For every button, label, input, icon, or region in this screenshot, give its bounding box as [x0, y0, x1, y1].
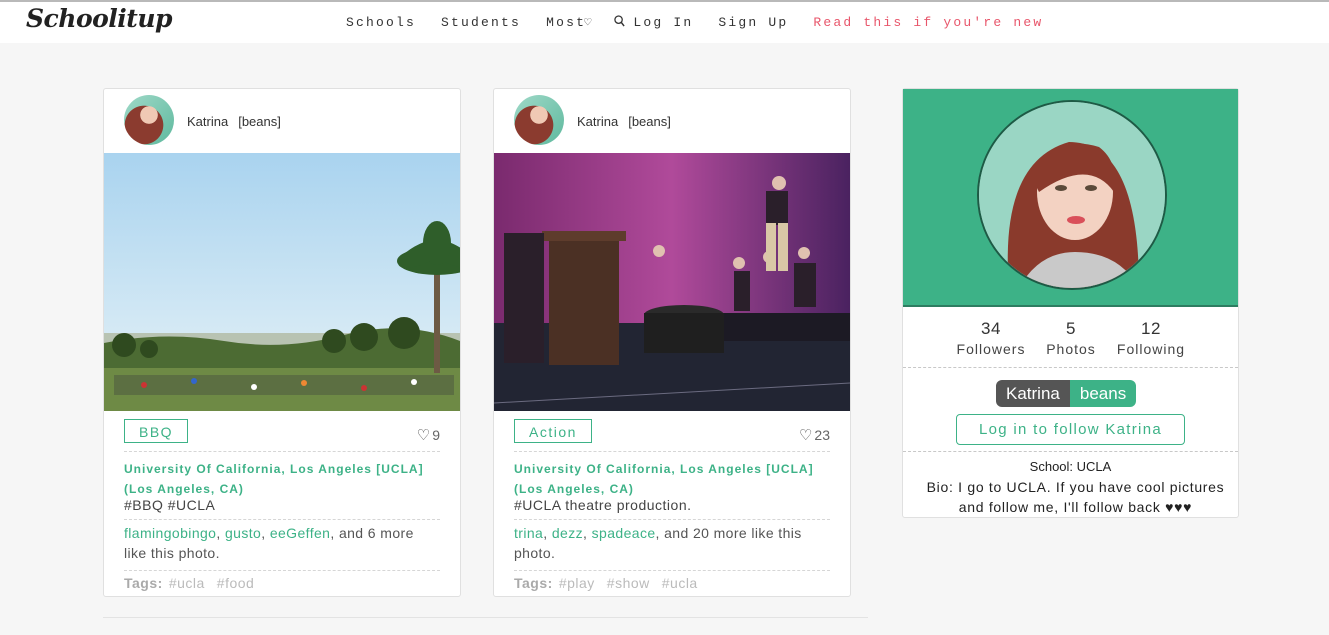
avatar[interactable]: [124, 95, 174, 145]
likers-text: flamingobingo, gusto, eeGeffen, and 6 mo…: [124, 525, 414, 561]
nav-schools[interactable]: Schools: [346, 15, 416, 30]
tag-link[interactable]: #show: [607, 575, 650, 591]
post-author[interactable]: Katrina [beans]: [577, 114, 671, 129]
avatar[interactable]: [514, 95, 564, 145]
school-link[interactable]: University Of California, Los Angeles [U…: [124, 459, 440, 499]
tags-row: Tags: #ucla #food: [124, 575, 255, 591]
main-nav: Schools Students Most♡ Log In Sign Up Rea…: [346, 15, 1058, 30]
like-count[interactable]: ♡ 23: [799, 426, 830, 444]
tag-link[interactable]: #play: [559, 575, 595, 591]
nav-students[interactable]: Students: [441, 15, 521, 30]
heart-icon: ♡: [416, 427, 431, 444]
divider: [903, 451, 1238, 452]
liker-link[interactable]: spadeace: [592, 525, 656, 541]
profile-name-badge: Katrina beans: [996, 380, 1137, 407]
followers-stat[interactable]: 34 Followers: [953, 319, 1029, 357]
school-link[interactable]: University Of California, Los Angeles [U…: [514, 459, 830, 499]
tags-row: Tags: #play #show #ucla: [514, 575, 698, 591]
divider: [514, 570, 830, 571]
liker-link[interactable]: dezz: [552, 525, 583, 541]
profile-photo[interactable]: [977, 100, 1167, 290]
post-photo[interactable]: [104, 153, 460, 411]
following-stat[interactable]: 12 Following: [1113, 319, 1189, 357]
divider: [103, 617, 868, 618]
profile-school: School: UCLA: [1029, 459, 1112, 474]
post-photo[interactable]: [494, 153, 850, 411]
heart-icon: ♡: [584, 16, 592, 30]
heart-icon: ♡: [798, 427, 813, 444]
post-author[interactable]: Katrina [beans]: [187, 114, 281, 129]
liker-link[interactable]: eeGeffen: [270, 525, 331, 541]
tag-link[interactable]: #ucla: [169, 575, 205, 591]
nav-most-liked[interactable]: Most♡: [546, 15, 599, 30]
divider: [514, 451, 830, 452]
tag-link[interactable]: #ucla: [662, 575, 698, 591]
category-tag[interactable]: Action: [514, 419, 592, 443]
site-logo[interactable]: Schoolitup: [26, 4, 173, 33]
likers-text: trina, dezz, spadeace, and 20 more like …: [514, 525, 802, 561]
follow-button[interactable]: Log in to follow Katrina: [956, 414, 1185, 445]
liker-link[interactable]: gusto: [225, 525, 261, 541]
category-tag[interactable]: BBQ: [124, 419, 189, 443]
top-nav-bar: Schoolitup Schools Students Most♡ Log In …: [0, 0, 1329, 43]
post-caption: #BBQ #UCLA: [124, 497, 216, 513]
liker-link[interactable]: trina: [514, 525, 543, 541]
divider: [124, 519, 440, 520]
nav-login[interactable]: Log In: [633, 15, 693, 30]
post-header: Katrina [beans]: [494, 89, 850, 154]
divider: [903, 367, 1238, 368]
tag-link[interactable]: #food: [217, 575, 255, 591]
post-card: Katrina [beans] BBQ ♡ 9 University Of Cali…: [103, 88, 461, 597]
post-card: Katrina [beans] Action ♡ 23 University Of: [493, 88, 851, 597]
nav-new-users-link[interactable]: Read this if you're new: [813, 15, 1043, 30]
divider: [124, 451, 440, 452]
post-header: Katrina [beans]: [104, 89, 460, 154]
post-caption: #UCLA theatre production.: [514, 497, 692, 513]
divider: [124, 570, 440, 571]
photos-stat[interactable]: 5 Photos: [1042, 319, 1100, 357]
search-icon[interactable]: [614, 15, 625, 28]
like-count[interactable]: ♡ 9: [417, 426, 440, 444]
profile-bio: Bio: I go to UCLA. If you have cool pict…: [926, 479, 1225, 515]
nav-signup[interactable]: Sign Up: [718, 15, 788, 30]
profile-banner: [903, 89, 1238, 307]
profile-card: 34 Followers 5 Photos 12 Following Katri…: [902, 88, 1239, 518]
divider: [514, 519, 830, 520]
liker-link[interactable]: flamingobingo: [124, 525, 216, 541]
